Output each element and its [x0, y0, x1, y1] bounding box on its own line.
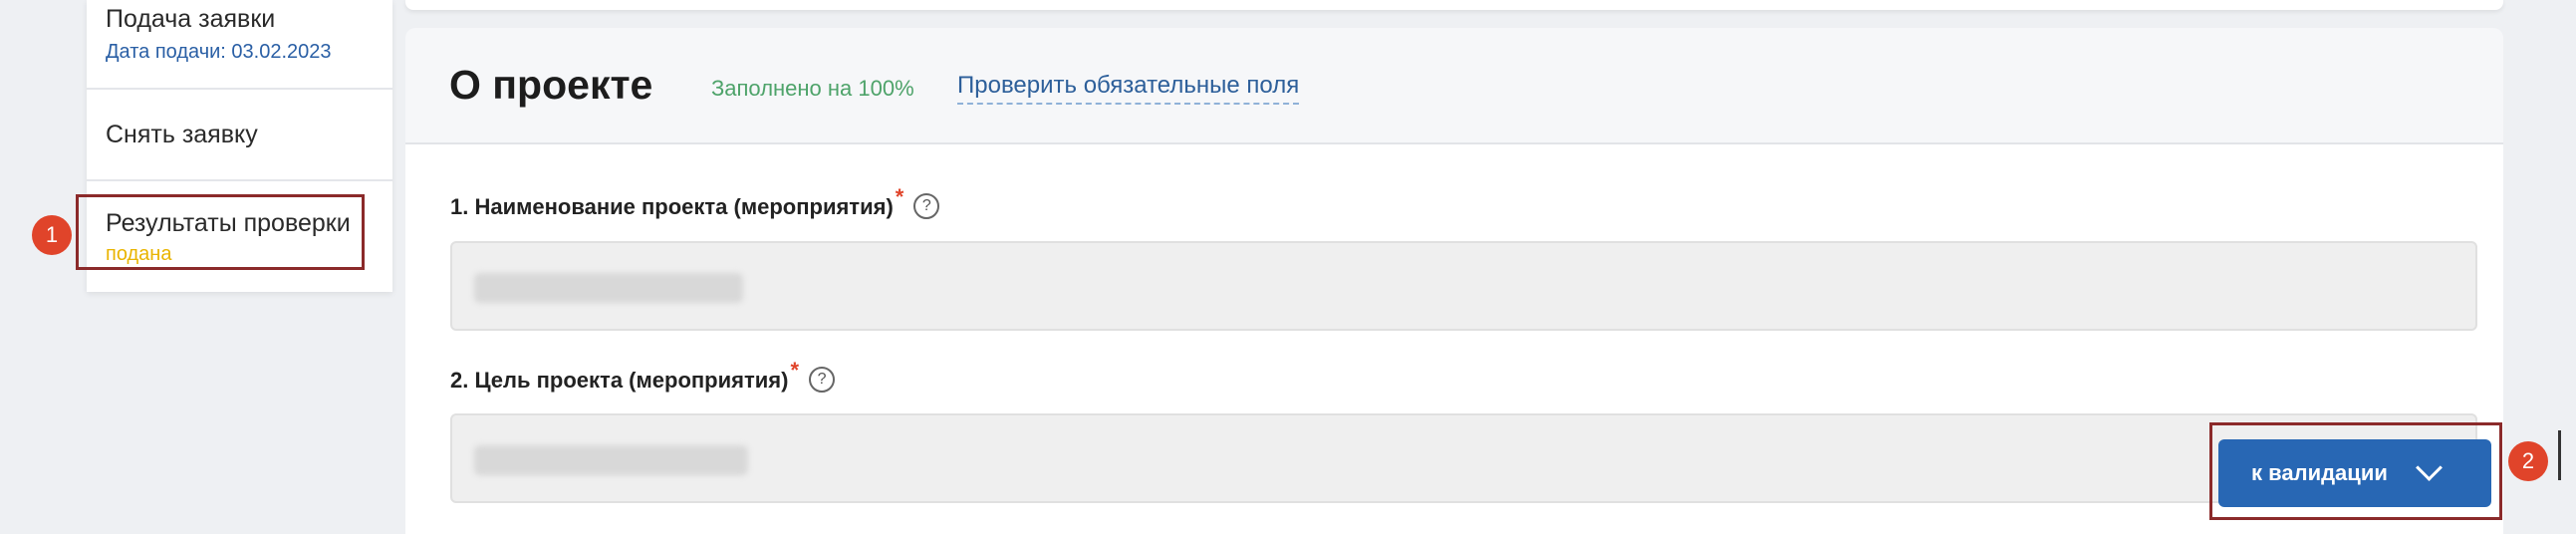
- required-marker: *: [790, 358, 800, 383]
- page-title: О проекте: [449, 62, 653, 108]
- field-label-text: 1. Наименование проекта (мероприятия): [450, 194, 894, 219]
- project-name-input[interactable]: [450, 241, 2477, 331]
- redacted-value: [474, 273, 743, 303]
- sidebar-item-label: Снять заявку: [106, 121, 258, 148]
- field-label-project-name: 1. Наименование проекта (мероприятия)*?: [450, 184, 940, 221]
- sidebar-item-label: Подача заявки: [106, 5, 276, 33]
- check-required-fields-link[interactable]: Проверить обязательные поля: [957, 72, 1300, 105]
- top-card-strip: [405, 0, 2503, 10]
- sidebar-item-submit-application[interactable]: Подача заявки Дата подачи: 03.02.2023: [87, 0, 392, 90]
- fill-status: Заполнено на 100%: [711, 76, 914, 101]
- field-label-text: 2. Цель проекта (мероприятия): [450, 368, 789, 393]
- sidebar-item-withdraw-application[interactable]: Снять заявку: [87, 90, 392, 181]
- project-form: 1. Наименование проекта (мероприятия)*? …: [405, 144, 2503, 534]
- highlight-box-review-results: [76, 194, 365, 270]
- section-header: О проекте Заполнено на 100% Проверить об…: [405, 28, 2503, 144]
- redacted-value: [474, 445, 748, 475]
- scrollbar-edge: [2558, 430, 2561, 480]
- help-icon[interactable]: ?: [809, 367, 836, 394]
- submission-date: Дата подачи: 03.02.2023: [106, 41, 332, 63]
- button-label: к валидации: [2251, 460, 2388, 485]
- field-label-project-goal: 2. Цель проекта (мероприятия)*?: [450, 358, 836, 395]
- to-validation-button[interactable]: к валидации: [2218, 439, 2491, 507]
- help-icon[interactable]: ?: [913, 193, 940, 220]
- project-goal-input[interactable]: [450, 413, 2477, 503]
- chevron-down-icon: [2416, 454, 2443, 481]
- annotation-badge-2: 2: [2508, 441, 2548, 481]
- annotation-badge-1: 1: [32, 215, 72, 255]
- required-marker: *: [895, 184, 904, 209]
